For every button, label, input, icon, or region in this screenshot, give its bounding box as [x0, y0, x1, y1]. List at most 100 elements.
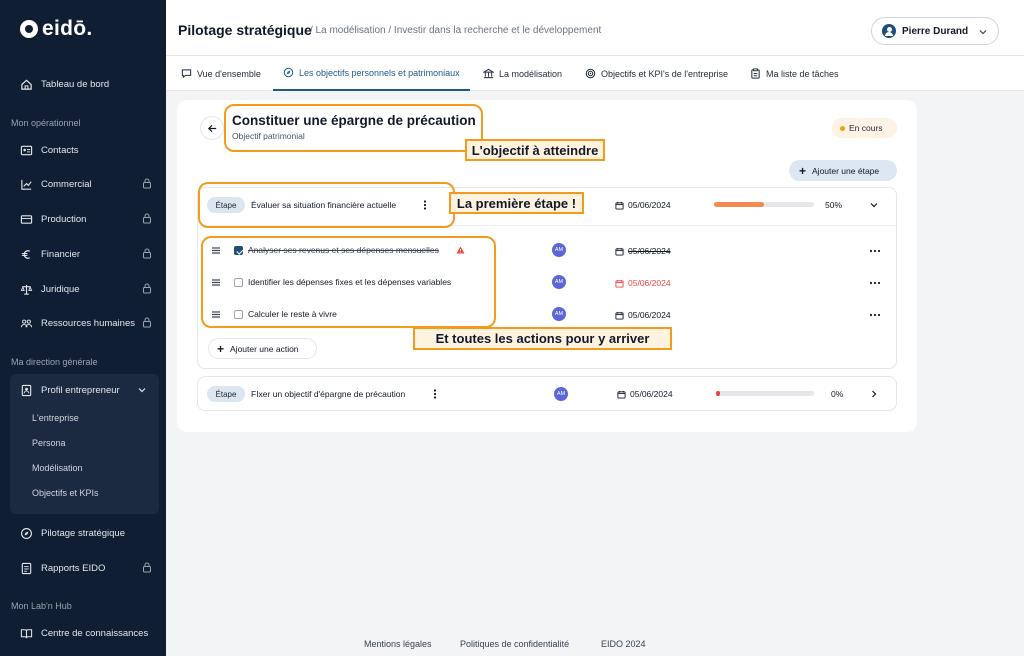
contact-card-icon	[20, 144, 33, 157]
calendar-icon	[617, 390, 626, 399]
report-icon	[20, 562, 33, 575]
add-action-button[interactable]: + Ajouter une action	[208, 338, 317, 359]
footer-link-mentions[interactable]: Mentions légales	[364, 639, 432, 649]
eido-logo[interactable]: eidō.	[20, 17, 93, 41]
home-icon	[20, 78, 33, 91]
top-header: Pilotage stratégique / La modélisation /…	[166, 0, 1024, 56]
section-label-direction: Ma direction générale	[11, 357, 98, 367]
more-horizontal-icon[interactable]	[869, 313, 881, 317]
sidebar-item-label: Financier	[41, 248, 81, 260]
assignee-avatar[interactable]: AM	[552, 243, 566, 257]
progress-fill	[716, 391, 720, 396]
tab-label: Les objectifs personnels et patrimoniaux	[299, 67, 460, 78]
clipboard-icon	[751, 68, 760, 79]
tab-objectifs-personnels[interactable]: Les objectifs personnels et patrimoniaux	[273, 56, 470, 91]
step-due-date: 05/06/2024	[617, 389, 673, 399]
tab-modelisation[interactable]: La modélisation	[483, 56, 562, 91]
sidebar-item-profil-entrepreneur[interactable]: Profil entrepreneur	[20, 380, 151, 400]
book-icon	[20, 627, 33, 640]
section-label-operationnel: Mon opérationnel	[11, 118, 81, 128]
calendar-icon	[615, 247, 624, 256]
tab-liste-taches[interactable]: Ma liste de tâches	[750, 56, 839, 91]
sidebar-subitem-modelisation[interactable]: Modélisation	[32, 463, 83, 473]
annotation-outline-first-step	[198, 182, 455, 228]
calendar-icon	[615, 201, 624, 210]
annotation-label-first-step: La première étape !	[449, 192, 584, 214]
tab-label: Vue d'ensemble	[197, 68, 261, 79]
step-progress-bar	[714, 202, 814, 207]
sidebar-item-juridique[interactable]: Juridique	[20, 279, 154, 299]
tab-label: La modélisation	[499, 68, 563, 79]
action-due-date: 05/06/2024	[615, 310, 671, 320]
lock-icon	[143, 562, 151, 573]
sidebar-item-label: Production	[41, 213, 87, 225]
chevron-down-icon[interactable]	[869, 200, 879, 210]
step-tag: Étape	[207, 386, 245, 402]
more-vertical-icon[interactable]	[429, 388, 441, 400]
more-horizontal-icon[interactable]	[869, 281, 881, 285]
compass-icon	[283, 67, 294, 78]
plus-icon: +	[799, 163, 807, 178]
assignee-avatar[interactable]: AM	[552, 307, 566, 321]
annotation-outline-actions	[201, 236, 496, 328]
arrow-left-icon	[207, 124, 216, 132]
footer-link-confidentialite[interactable]: Politiques de confidentialité	[460, 639, 569, 649]
lock-icon	[143, 283, 151, 294]
scales-icon	[20, 283, 33, 296]
add-step-button[interactable]: + Ajouter une étape	[789, 160, 897, 181]
sidebar-item-label: Juridique	[41, 283, 80, 295]
sidebar-item-label: Commercial	[41, 178, 92, 190]
sidebar-subitem-persona[interactable]: Persona	[32, 438, 66, 448]
tab-label: Ma liste de tâches	[766, 68, 839, 79]
sidebar-item-rapports-eido[interactable]: Rapports EIDO	[20, 558, 154, 578]
sidebar-item-pilotage-strategique[interactable]: Pilotage stratégique	[20, 523, 154, 543]
action-due-date: 05/06/2024	[615, 246, 671, 256]
section-label-hub: Mon Lab'n Hub	[11, 601, 72, 611]
sidebar: eidō. Tableau de bord Mon opérationnel C…	[0, 0, 166, 656]
profile-doc-icon	[21, 384, 32, 396]
sidebar-item-production[interactable]: Production	[20, 209, 154, 229]
sidebar-item-dashboard[interactable]: Tableau de bord	[20, 74, 154, 94]
step-name[interactable]: FIxer un objectif d'épargne de précautio…	[251, 389, 405, 399]
user-avatar-icon	[882, 24, 896, 38]
chevron-right-icon[interactable]	[869, 389, 879, 399]
sidebar-item-contacts[interactable]: Contacts	[20, 140, 154, 160]
breadcrumb[interactable]: / La modélisation / Investir dans la rec…	[310, 25, 601, 36]
progress-fill	[714, 202, 764, 207]
sidebar-item-financier[interactable]: Financier	[20, 244, 154, 264]
message-square-icon	[181, 69, 192, 79]
target-icon	[585, 68, 596, 79]
production-icon	[20, 213, 33, 226]
plus-icon: +	[217, 341, 225, 356]
sidebar-item-centre-connaissances[interactable]: Centre de connaissances	[20, 623, 154, 643]
assignee-avatar[interactable]: AM	[554, 387, 568, 401]
back-button[interactable]	[200, 116, 224, 140]
annotation-outline-goal	[224, 104, 483, 152]
calendar-icon	[615, 311, 624, 320]
step-progress-bar	[716, 391, 814, 396]
step-due-date: 05/06/2024	[615, 200, 671, 210]
lock-icon	[143, 178, 151, 189]
assignee-avatar[interactable]: AM	[552, 275, 566, 289]
page-title[interactable]: Pilotage stratégique	[178, 22, 312, 38]
sidebar-subitem-objectifs-kpis[interactable]: Objectifs et KPIs	[32, 488, 99, 498]
user-name: Pierre Durand	[902, 25, 969, 37]
calendar-icon	[615, 279, 624, 288]
sidebar-item-commercial[interactable]: Commercial	[20, 174, 154, 194]
status-dot-icon	[840, 125, 845, 131]
compass-icon	[20, 527, 33, 540]
lock-icon	[143, 317, 151, 328]
chevron-down-icon	[979, 30, 987, 35]
tab-objectifs-kpis[interactable]: Objectifs et KPI's de l'entreprise	[585, 56, 728, 91]
sidebar-item-ressources-humaines[interactable]: Ressources humaines	[20, 313, 154, 333]
sidebar-item-label: Tableau de bord	[41, 78, 110, 90]
euro-icon	[20, 248, 33, 261]
people-icon	[20, 317, 33, 330]
chevron-down-icon	[138, 388, 146, 393]
user-menu-button[interactable]: Pierre Durand	[871, 17, 999, 45]
tab-vue-ensemble[interactable]: Vue d'ensemble	[181, 56, 261, 91]
sidebar-subitem-entreprise[interactable]: L'entreprise	[32, 413, 79, 423]
logo-text: eidō.	[42, 17, 93, 40]
more-horizontal-icon[interactable]	[869, 249, 881, 253]
step-percent: 50%	[825, 200, 843, 210]
